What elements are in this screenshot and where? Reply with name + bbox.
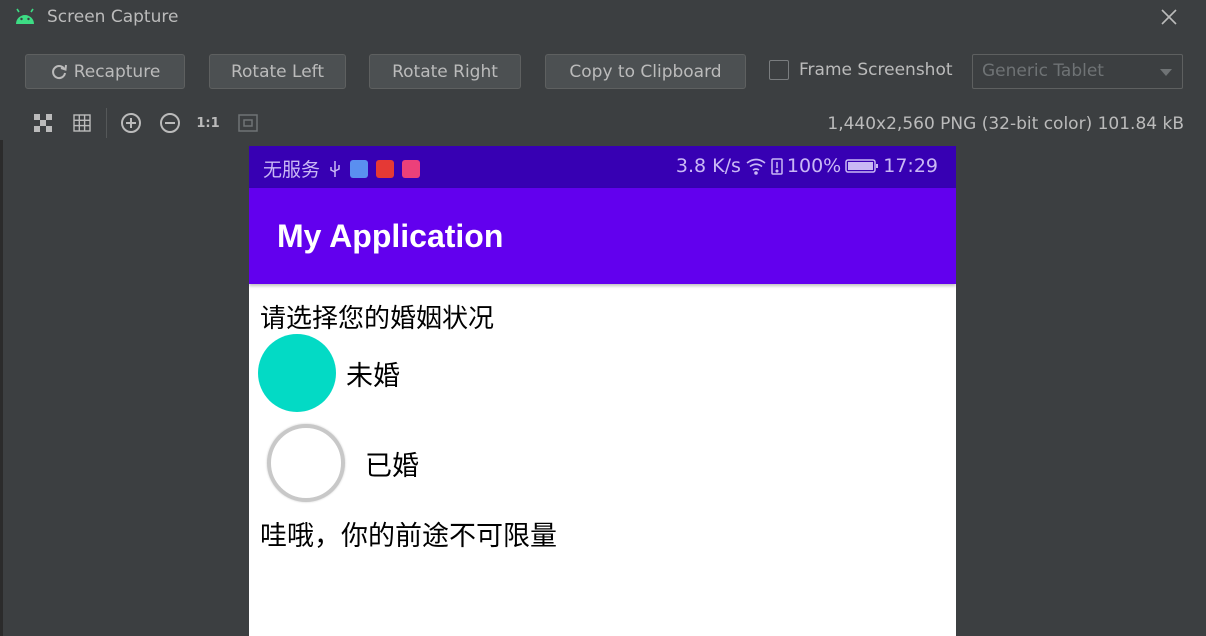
grid-icon[interactable] <box>71 112 93 134</box>
checkerboard-icon[interactable] <box>32 112 54 134</box>
actual-size-button[interactable]: 1:1 <box>196 112 219 134</box>
app-notification-icon <box>350 159 369 178</box>
recapture-label: Recapture <box>73 61 161 82</box>
app-content: 请选择您的婚姻状况 未婚 已婚 哇哦，你的前途不可限量 <box>249 284 956 636</box>
rotate-right-label: Rotate Right <box>392 61 498 82</box>
recapture-button[interactable]: Recapture <box>25 54 185 89</box>
carrier-text: 无服务 <box>263 159 321 181</box>
fit-screen-icon[interactable] <box>237 112 259 134</box>
refresh-icon <box>51 64 67 79</box>
battery-icon <box>845 159 879 173</box>
marital-status-prompt: 请选择您的婚姻状况 <box>260 304 495 334</box>
rotate-left-label: Rotate Left <box>230 61 325 82</box>
rotate-left-button[interactable]: Rotate Left <box>209 54 346 89</box>
chevron-down-icon <box>1160 69 1172 76</box>
copy-to-clipboard-label: Copy to Clipboard <box>569 61 722 82</box>
radio-option-single[interactable]: 未婚 <box>258 334 400 412</box>
frame-screenshot-label: Frame Screenshot <box>799 60 953 80</box>
battery-alert-icon <box>771 158 783 175</box>
news-notification-icon <box>376 159 395 178</box>
radio-label-single: 未婚 <box>346 360 400 392</box>
battery-percent: 100% <box>786 155 842 177</box>
radio-label-married: 已婚 <box>365 450 419 482</box>
map-notification-icon <box>402 159 421 178</box>
checkbox-box[interactable] <box>769 60 789 80</box>
device-screenshot: 无服务 3.8 K/s 100% 17:29 My Application 请选… <box>249 146 956 636</box>
view-options-bar: 1:1 1,440x2,560 PNG (32-bit color) 101.8… <box>0 108 1206 138</box>
android-icon <box>16 8 34 24</box>
device-select[interactable]: Generic Tablet <box>972 54 1183 89</box>
rotate-right-button[interactable]: Rotate Right <box>369 54 521 89</box>
radio-button-selected[interactable] <box>258 334 336 412</box>
toolbar-separator <box>106 108 107 138</box>
close-icon[interactable] <box>1158 6 1180 28</box>
app-title: My Application <box>277 218 504 254</box>
device-select-value: Generic Tablet <box>982 61 1104 81</box>
wifi-icon <box>746 158 766 175</box>
window-titlebar: Screen Capture <box>0 0 1206 36</box>
usb-icon <box>330 160 340 177</box>
zoom-out-icon[interactable] <box>159 112 181 134</box>
status-bar: 无服务 3.8 K/s 100% 17:29 <box>249 146 956 188</box>
network-speed: 3.8 K/s <box>675 155 741 177</box>
left-gutter <box>0 140 3 636</box>
radio-button-unselected[interactable] <box>267 424 345 502</box>
clock: 17:29 <box>883 155 938 177</box>
result-text: 哇哦，你的前途不可限量 <box>260 521 557 552</box>
zoom-in-icon[interactable] <box>120 112 142 134</box>
app-bar: My Application <box>249 188 956 284</box>
copy-to-clipboard-button[interactable]: Copy to Clipboard <box>545 54 746 89</box>
window-title: Screen Capture <box>47 7 179 27</box>
frame-screenshot-checkbox[interactable]: Frame Screenshot <box>769 60 953 80</box>
radio-option-married[interactable]: 已婚 <box>267 424 419 502</box>
toolbar: Recapture Rotate Left Rotate Right Copy … <box>0 52 1206 92</box>
image-info: 1,440x2,560 PNG (32-bit color) 101.84 kB <box>827 114 1184 134</box>
